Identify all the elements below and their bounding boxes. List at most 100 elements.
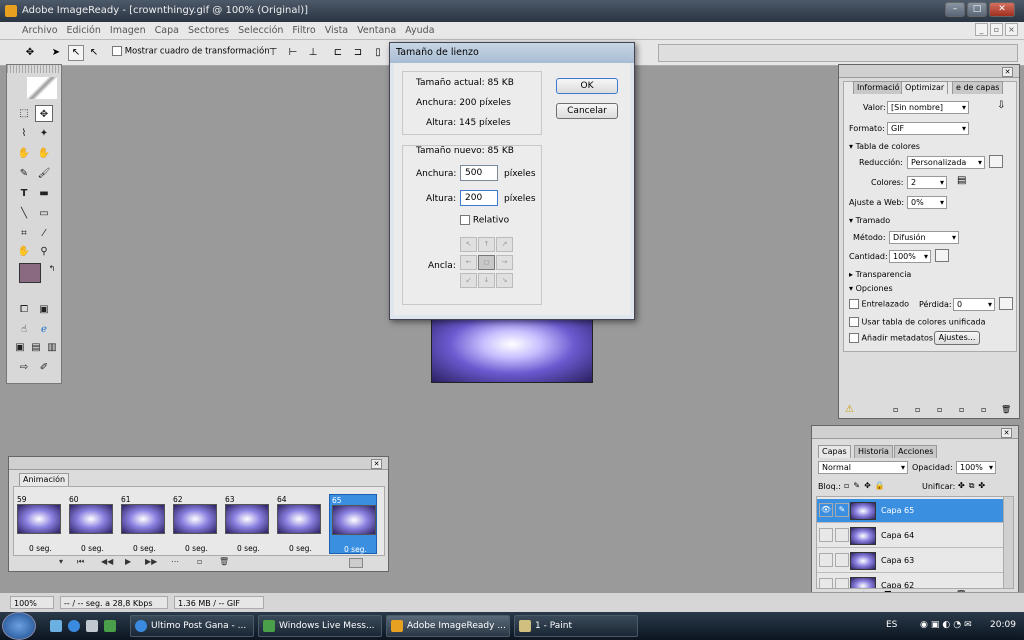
- entrelazado-checkbox[interactable]: [849, 299, 859, 309]
- layers-scrollbar[interactable]: [1003, 497, 1013, 588]
- frame-delay[interactable]: 0 seg.: [29, 544, 52, 553]
- tab-capas-info[interactable]: e de capas: [952, 81, 1004, 94]
- menu-vista[interactable]: Vista: [325, 22, 348, 39]
- frame-65[interactable]: 65 0 seg.: [329, 494, 377, 554]
- screen-mode-3-icon[interactable]: ▥: [43, 339, 61, 356]
- perdida-options-icon[interactable]: [999, 297, 1013, 310]
- animation-close-icon[interactable]: ✕: [371, 459, 382, 469]
- usar-tabla-checkbox[interactable]: [849, 317, 859, 327]
- align-bottom-icon[interactable]: ⊥: [305, 45, 321, 61]
- preview-browser-icon[interactable]: ℯ: [35, 321, 53, 338]
- color-table-icon[interactable]: ▤: [957, 175, 966, 186]
- valor-select[interactable]: [Sin nombre]: [887, 101, 969, 114]
- ajustes-button[interactable]: Ajustes...: [934, 331, 980, 345]
- crop-icon[interactable]: ⌗: [15, 225, 33, 242]
- trash-icon[interactable]: 🗑: [1001, 405, 1011, 414]
- loop-select-icon[interactable]: ▾: [59, 557, 63, 566]
- anchor-top-right[interactable]: ↗: [496, 237, 513, 252]
- doc-minimize-icon[interactable]: _: [975, 23, 988, 36]
- clock[interactable]: 20:09: [990, 620, 1016, 630]
- perdida-select[interactable]: 0: [953, 298, 995, 311]
- menu-seleccion[interactable]: Selección: [238, 22, 283, 39]
- taskbar-item-imageready[interactable]: Adobe ImageReady ...: [386, 615, 510, 637]
- opacity-select[interactable]: 100%: [956, 461, 996, 474]
- optimize-close-icon[interactable]: ✕: [1002, 67, 1013, 77]
- taskbar-item-paint[interactable]: 1 - Paint: [514, 615, 638, 637]
- relative-checkbox[interactable]: [460, 215, 470, 225]
- unify-icons[interactable]: ✤⧉✤: [958, 481, 989, 491]
- panel-btn-4-icon[interactable]: ▫: [959, 405, 964, 414]
- brush-tool-icon[interactable]: 🖌: [35, 165, 53, 182]
- layer-row[interactable]: Capa 63: [817, 549, 1003, 573]
- panel-btn-1-icon[interactable]: ▫: [893, 405, 898, 414]
- lock-icons[interactable]: ▫✎✥🔒: [844, 481, 889, 490]
- usar-tabla-option[interactable]: Usar tabla de colores unificada: [849, 317, 985, 327]
- reduccion-options-icon[interactable]: [989, 155, 1003, 168]
- frame-delay[interactable]: 0 seg.: [344, 545, 367, 554]
- hide-slices-icon[interactable]: ⧠: [15, 301, 33, 318]
- tab-acciones[interactable]: Acciones: [894, 445, 938, 458]
- magic-wand-icon[interactable]: ✦: [35, 125, 53, 142]
- frame-63[interactable]: 63 0 seg.: [223, 494, 271, 554]
- frame-59[interactable]: 59 0 seg.: [15, 494, 63, 554]
- formato-select[interactable]: GIF: [887, 122, 969, 135]
- height-input[interactable]: 200: [460, 190, 498, 206]
- doc-restore-icon[interactable]: ▫: [990, 23, 1003, 36]
- anchor-right[interactable]: →: [496, 255, 513, 270]
- layer-row[interactable]: Capa 62: [817, 574, 1003, 588]
- prev-frame-icon[interactable]: ◀◀: [101, 557, 113, 566]
- layer-link-icon[interactable]: [835, 553, 849, 567]
- cantidad-select[interactable]: 100%: [889, 250, 931, 263]
- restore-button[interactable]: □: [967, 2, 987, 17]
- tray-icons[interactable]: ◉▣◐◔✉: [920, 620, 975, 630]
- tab-historia[interactable]: Historia: [854, 445, 893, 458]
- new-frame-icon[interactable]: ▫: [197, 557, 202, 566]
- minimize-button[interactable]: –: [945, 2, 965, 17]
- menu-ventana[interactable]: Ventana: [357, 22, 396, 39]
- frame-delay[interactable]: 0 seg.: [185, 544, 208, 553]
- transparencia-section[interactable]: ▸ Transparencia: [849, 270, 911, 279]
- menu-sectores[interactable]: Sectores: [188, 22, 229, 39]
- frames-scrollbar[interactable]: [349, 558, 363, 568]
- menu-filtro[interactable]: Filtro: [292, 22, 315, 39]
- anchor-bottom-left[interactable]: ↙: [460, 273, 477, 288]
- show-slices-icon[interactable]: ▣: [35, 301, 53, 318]
- menu-edicion[interactable]: Edición: [67, 22, 101, 39]
- anchor-center[interactable]: ◻: [478, 255, 495, 270]
- next-frame-icon[interactable]: ▶▶: [145, 557, 157, 566]
- layers-close-icon[interactable]: ✕: [1001, 428, 1012, 438]
- visibility-box-icon[interactable]: [819, 528, 833, 542]
- anadir-checkbox[interactable]: [849, 333, 859, 343]
- layer-row[interactable]: Capa 64: [817, 524, 1003, 548]
- align-middle-icon[interactable]: ⊢: [285, 45, 301, 61]
- visibility-box-icon[interactable]: [819, 578, 833, 588]
- size-field[interactable]: 1.36 MB / -- GIF: [174, 596, 264, 609]
- play-icon[interactable]: ▶: [125, 557, 131, 566]
- tramado-section[interactable]: ▾ Tramado: [849, 216, 890, 225]
- frame-62[interactable]: 62 0 seg.: [171, 494, 219, 554]
- show-desktop-icon[interactable]: [50, 620, 62, 632]
- anchor-top-left[interactable]: ↖: [460, 237, 477, 252]
- doc-close-icon[interactable]: ×: [1005, 23, 1018, 36]
- foreground-color[interactable]: [19, 263, 41, 283]
- eraser-tool-icon[interactable]: ✎: [15, 165, 33, 182]
- layer-link-icon[interactable]: [835, 578, 849, 588]
- tab-animacion[interactable]: Animación: [19, 473, 70, 486]
- anadir-option[interactable]: Añadir metadatos: [849, 333, 933, 343]
- ajuste-select[interactable]: 0%: [907, 196, 947, 209]
- transform-checkbox[interactable]: [112, 46, 122, 56]
- pointer-icon[interactable]: ↖: [68, 45, 84, 61]
- frame-61[interactable]: 61 0 seg.: [119, 494, 167, 554]
- start-button[interactable]: [2, 612, 36, 640]
- colores-select[interactable]: 2: [907, 176, 947, 189]
- transform-option[interactable]: Mostrar cuadro de transformación: [112, 46, 270, 57]
- align-center-icon[interactable]: ⊐: [350, 45, 366, 61]
- delete-frame-icon[interactable]: 🗑: [219, 557, 229, 566]
- line-tool-icon[interactable]: ╲: [15, 205, 33, 222]
- panel-btn-2-icon[interactable]: ▫: [915, 405, 920, 414]
- panel-btn-3-icon[interactable]: ▫: [937, 405, 942, 414]
- move-tool-icon[interactable]: ✥: [22, 45, 38, 61]
- eyedropper-icon[interactable]: ⁄: [35, 225, 53, 242]
- blend-mode-select[interactable]: Normal: [818, 461, 908, 474]
- frame-delay[interactable]: 0 seg.: [81, 544, 104, 553]
